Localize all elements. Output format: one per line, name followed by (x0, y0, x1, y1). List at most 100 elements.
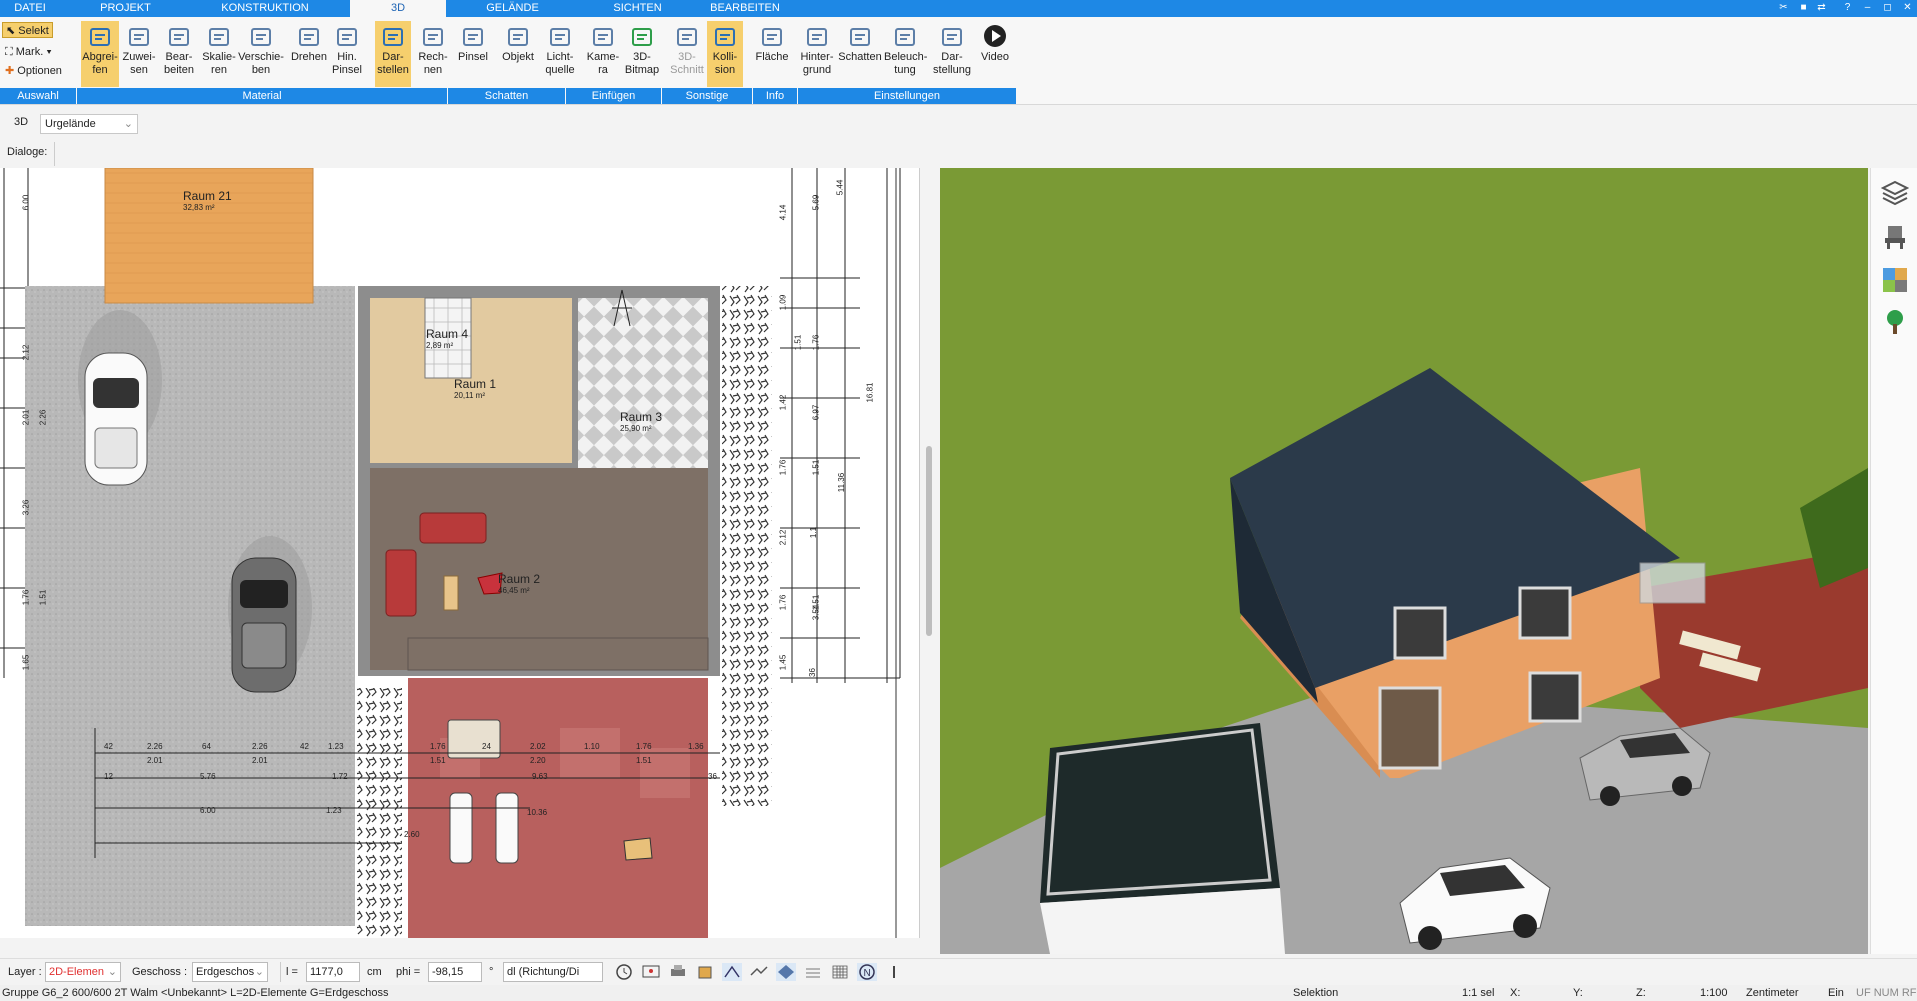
ribbon-button-6[interactable]: Hin. Pinsel (328, 21, 366, 87)
snap-line-icon[interactable] (722, 963, 742, 981)
furniture-icon[interactable] (1881, 223, 1909, 251)
menu-bar: DATEI PROJEKT KONSTRUKTION 3D GELÄNDE SI… (0, 0, 1917, 20)
ribbon-button-4[interactable]: Verschie- ben (238, 21, 284, 87)
dimension-label: 2.26 (252, 742, 268, 751)
sofa[interactable] (419, 512, 487, 544)
minimize-icon[interactable]: – (1860, 1, 1875, 15)
ribbon-button-5[interactable]: Drehen (287, 21, 331, 87)
ribbon-button-label: Drehen (290, 51, 328, 63)
length-input[interactable]: 1177,0 (306, 962, 360, 982)
phi-input[interactable]: -98,15 (428, 962, 482, 982)
ribbon-button-13[interactable]: 3D- Bitmap (622, 21, 662, 87)
area-info-icon (759, 23, 785, 49)
ribbon-button-8[interactable]: Rech- nen (415, 21, 451, 87)
ribbon-button-21[interactable]: Video (976, 21, 1014, 87)
dimension-label: 12 (104, 772, 113, 781)
layers-filter-icon[interactable] (803, 963, 823, 981)
mark-icon: ⛶ (5, 46, 13, 58)
ribbon-button-20[interactable]: Dar- stellung (932, 21, 972, 87)
terrain-dropdown[interactable]: Urgelände ⌄ (40, 114, 138, 134)
ribbon: ⬉ Selekt ⛶ Mark. ▾ ✚ Optionen Abgrei- fe… (0, 17, 1917, 105)
ribbon-button-18[interactable]: Schatten (838, 21, 882, 87)
phi-label: phi = (396, 966, 421, 978)
tab-bearbeiten[interactable]: BEARBEITEN (700, 0, 790, 17)
3d-scene[interactable] (940, 168, 1868, 954)
snap-grid-icon[interactable] (749, 963, 769, 981)
dimension-label: 2.01 (21, 409, 31, 426)
dimension-label: 3.54 (811, 604, 821, 621)
monitor-icon (939, 23, 965, 49)
bench[interactable] (447, 719, 501, 759)
tab-gelaende[interactable]: GELÄNDE (475, 0, 550, 17)
more-options-icon[interactable] (884, 963, 904, 981)
tab-datei[interactable]: DATEI (0, 0, 60, 17)
status-flags: UF NUM RF (1856, 987, 1917, 999)
ribbon-button-label: Objekt (502, 51, 534, 63)
ribbon-button-0[interactable]: Abgrei- fen (81, 21, 119, 87)
close-icon[interactable]: ✕ (1900, 1, 1915, 15)
plants-icon[interactable] (1881, 308, 1909, 336)
plan-vscrollbar[interactable] (926, 446, 932, 636)
materials-icon[interactable] (1881, 266, 1909, 294)
ribbon-button-14[interactable]: 3D- Schnitt (668, 21, 706, 87)
view-3d[interactable] (940, 168, 1868, 954)
ribbon-button-15[interactable]: Kolli- sion (707, 21, 743, 87)
status-y: Y: (1573, 987, 1583, 999)
ribbon-button-1[interactable]: Zuwei- sen (120, 21, 158, 87)
print-icon[interactable] (668, 963, 688, 981)
coffee-table[interactable] (443, 575, 459, 611)
lounger-2[interactable] (495, 792, 519, 864)
ribbon-button-12[interactable]: Kame- ra (584, 21, 622, 87)
tools-icon[interactable]: ✂ (1776, 1, 1791, 15)
direction-dropdown[interactable]: dl (Richtung/Di (503, 962, 603, 982)
ribbon-button-11[interactable]: Licht- quelle (540, 21, 580, 87)
tab-projekt[interactable]: PROJEKT (88, 0, 163, 17)
status-text: Gruppe G6_2 600/600 2T Walm <Unbekannt> … (2, 987, 389, 999)
box-icon[interactable]: ■ (1796, 1, 1811, 15)
ribbon-button-10[interactable]: Objekt (499, 21, 537, 87)
shadow-calc-icon (420, 23, 446, 49)
dimension-label: 5.69 (811, 194, 821, 211)
dimension-label: 6.97 (811, 404, 821, 421)
ribbon-button-3[interactable]: Skalie- ren (200, 21, 238, 87)
tab-sichten[interactable]: SICHTEN (600, 0, 675, 17)
geschoss-label: Geschoss : (132, 966, 188, 978)
ribbon-button-17[interactable]: Hinter- grund (797, 21, 837, 87)
dimension-label: 2.12 (778, 529, 788, 546)
ribbon-button-label: Abgrei- fen (82, 51, 118, 76)
floor-plan-canvas[interactable] (0, 168, 920, 938)
geschoss-dropdown[interactable]: Erdgeschos ⌄ (192, 962, 268, 982)
box-3d-icon[interactable] (695, 963, 715, 981)
floor-plan-2d[interactable]: Raum 21 32,83 m² Raum 4 2,89 m² Raum 1 2… (0, 168, 920, 938)
room-2[interactable] (370, 468, 708, 670)
chair-icon (505, 23, 531, 49)
view-mode-label: 3D (14, 116, 29, 128)
divider (54, 142, 55, 166)
grid-icon[interactable] (830, 963, 850, 981)
ribbon-button-19[interactable]: Beleuch- tung (884, 21, 927, 87)
lounger-1[interactable] (449, 792, 473, 864)
share-icon[interactable]: ⇄ (1814, 1, 1829, 15)
maximize-icon[interactable]: ◻ (1880, 1, 1895, 15)
ribbon-button-2[interactable]: Bear- beiten (160, 21, 198, 87)
garden-table[interactable] (623, 837, 653, 861)
optionen-button[interactable]: ✚ Optionen (2, 63, 65, 79)
north-icon[interactable]: N (857, 963, 877, 981)
armchair[interactable] (385, 549, 417, 617)
dimension-label: 5.44 (835, 179, 845, 196)
ribbon-button-9[interactable]: Pinsel (455, 21, 491, 87)
tab-konstruktion[interactable]: KONSTRUKTION (210, 0, 320, 17)
clock-icon[interactable] (614, 963, 634, 981)
view-splitter[interactable] (920, 168, 940, 938)
screen-icon[interactable] (641, 963, 661, 981)
ribbon-button-16[interactable]: Fläche (752, 21, 792, 87)
selekt-button[interactable]: ⬉ Selekt (2, 22, 53, 38)
room-3-label: Raum 3 (620, 410, 663, 424)
ribbon-button-label: Dar- stellen (377, 51, 409, 76)
snap-point-icon[interactable] (776, 963, 796, 981)
layer-dropdown[interactable]: 2D-Elemen ⌄ (45, 962, 121, 982)
help-icon[interactable]: ? (1840, 1, 1855, 15)
ribbon-button-7[interactable]: Dar- stellen (375, 21, 411, 87)
mark-button[interactable]: ⛶ Mark. ▾ (2, 44, 55, 60)
layers-icon[interactable] (1880, 178, 1910, 206)
